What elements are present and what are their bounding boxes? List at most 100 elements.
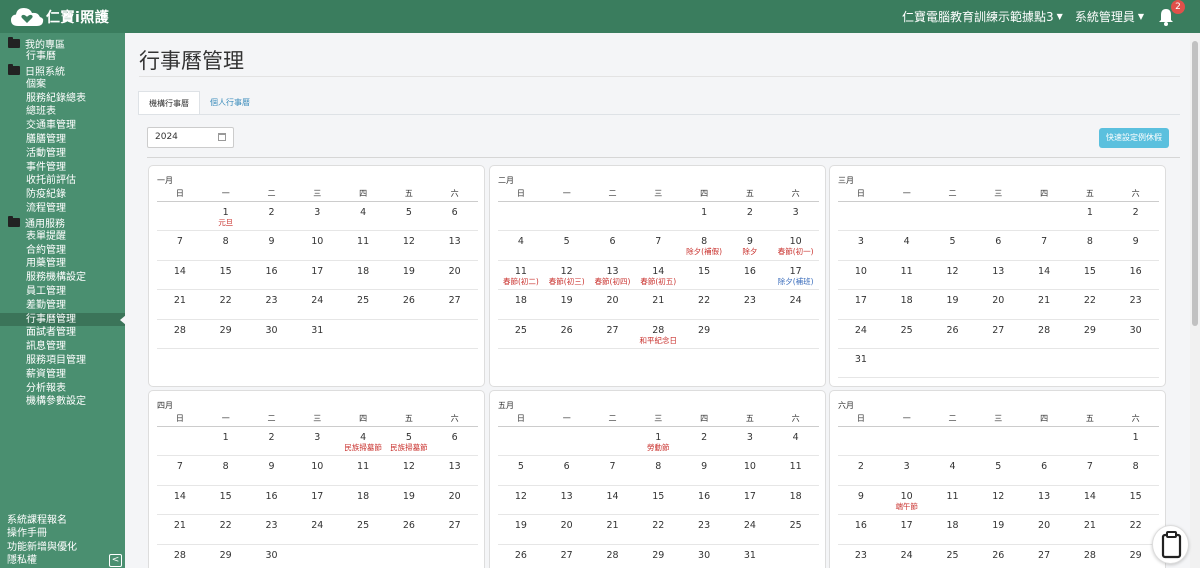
day-cell[interactable]: 12 春節(初三): [544, 261, 590, 289]
day-cell[interactable]: 4: [930, 456, 976, 484]
day-cell[interactable]: 16: [1113, 261, 1159, 289]
day-cell[interactable]: 27: [590, 320, 636, 348]
sidebar-item-cases[interactable]: 個案: [0, 78, 125, 92]
day-cell[interactable]: 9 除夕: [727, 231, 773, 259]
year-picker-input[interactable]: 2024: [147, 127, 234, 148]
day-cell[interactable]: 13: [432, 456, 478, 484]
org-selector-dropdown[interactable]: 仁寶電腦教育訓練示範據點3 ▼: [902, 8, 1063, 25]
day-cell[interactable]: 23: [838, 545, 884, 568]
notification-bell-button[interactable]: 2: [1156, 0, 1185, 27]
day-cell[interactable]: 20: [544, 515, 590, 543]
day-cell[interactable]: 3: [294, 202, 340, 230]
sidebar-item-meals[interactable]: 膳膳管理: [0, 133, 125, 147]
day-cell[interactable]: 12: [930, 261, 976, 289]
day-cell[interactable]: 12: [386, 456, 432, 484]
day-cell[interactable]: 11: [930, 486, 976, 514]
day-cell[interactable]: 29: [203, 545, 249, 568]
day-cell[interactable]: 22: [1067, 290, 1113, 318]
day-cell[interactable]: 11: [773, 456, 819, 484]
day-cell[interactable]: 10 春節(初一): [773, 231, 819, 259]
day-cell[interactable]: 15: [1113, 486, 1159, 514]
day-cell[interactable]: 9: [681, 456, 727, 484]
day-cell[interactable]: 19: [930, 290, 976, 318]
link-course-registration[interactable]: 系統課程報名: [0, 514, 125, 528]
day-cell[interactable]: 17: [838, 290, 884, 318]
day-cell[interactable]: 23: [727, 290, 773, 318]
day-cell[interactable]: 7: [157, 456, 203, 484]
day-cell[interactable]: 10: [294, 456, 340, 484]
day-cell[interactable]: 6: [544, 456, 590, 484]
day-cell[interactable]: 1: [681, 202, 727, 230]
day-cell[interactable]: 1 元旦: [203, 202, 249, 230]
sidebar-item-workflow[interactable]: 流程管理: [0, 202, 125, 216]
day-cell[interactable]: 21: [157, 290, 203, 318]
day-cell[interactable]: 2: [681, 427, 727, 455]
day-cell[interactable]: 21: [1021, 290, 1067, 318]
day-cell[interactable]: 12: [975, 486, 1021, 514]
day-cell[interactable]: 8 除夕(補假): [681, 231, 727, 259]
collapse-sidebar-button[interactable]: <: [109, 554, 122, 567]
day-cell[interactable]: 13: [975, 261, 1021, 289]
day-cell[interactable]: 22: [203, 290, 249, 318]
day-cell[interactable]: 6: [590, 231, 636, 259]
day-cell[interactable]: 28: [1067, 545, 1113, 568]
sidebar-item-medication[interactable]: 用藥管理: [0, 257, 125, 271]
day-cell[interactable]: 7: [590, 456, 636, 484]
app-logo[interactable]: 仁寶i照護: [0, 0, 109, 33]
sidebar-item-payroll[interactable]: 薪資管理: [0, 368, 125, 382]
day-cell[interactable]: 24: [773, 290, 819, 318]
day-cell[interactable]: 29: [203, 320, 249, 348]
day-cell[interactable]: 21: [157, 515, 203, 543]
day-cell[interactable]: 18: [498, 290, 544, 318]
day-cell[interactable]: 31: [294, 320, 340, 348]
day-cell[interactable]: 14: [590, 486, 636, 514]
day-cell[interactable]: 10: [727, 456, 773, 484]
day-cell[interactable]: 5: [544, 231, 590, 259]
sidebar-item-attendance[interactable]: 差勤管理: [0, 299, 125, 313]
day-cell[interactable]: 1: [1113, 427, 1159, 455]
sidebar-item-interviewees[interactable]: 面試者管理: [0, 326, 125, 340]
day-cell[interactable]: 17 除夕(補班): [773, 261, 819, 289]
day-cell[interactable]: 7: [1067, 456, 1113, 484]
day-cell[interactable]: 19: [498, 515, 544, 543]
day-cell[interactable]: 14: [157, 261, 203, 289]
day-cell[interactable]: 21: [590, 515, 636, 543]
day-cell[interactable]: 4 民族掃墓節: [340, 427, 386, 455]
day-cell[interactable]: 1: [203, 427, 249, 455]
day-cell[interactable]: 30: [681, 545, 727, 568]
day-cell[interactable]: 16: [681, 486, 727, 514]
day-cell[interactable]: 20: [590, 290, 636, 318]
sidebar-group-daycare-system[interactable]: 日照系統: [0, 64, 125, 78]
day-cell[interactable]: 16: [249, 261, 295, 289]
day-cell[interactable]: 31: [838, 349, 884, 377]
day-cell[interactable]: 10: [838, 261, 884, 289]
day-cell[interactable]: 6: [432, 202, 478, 230]
day-cell[interactable]: 20: [432, 261, 478, 289]
day-cell[interactable]: 7: [635, 231, 681, 259]
day-cell[interactable]: 24: [727, 515, 773, 543]
sidebar-item-calendar-management[interactable]: 行事曆管理: [0, 312, 126, 327]
link-feature-requests[interactable]: 功能新增與優化: [0, 541, 125, 555]
day-cell[interactable]: 26: [498, 545, 544, 568]
day-cell[interactable]: 24: [294, 290, 340, 318]
day-cell[interactable]: 8: [203, 231, 249, 259]
day-cell[interactable]: 4: [773, 427, 819, 455]
day-cell[interactable]: 13: [1021, 486, 1067, 514]
day-cell[interactable]: 30: [249, 545, 295, 568]
day-cell[interactable]: 7: [157, 231, 203, 259]
day-cell[interactable]: 17: [294, 486, 340, 514]
day-cell[interactable]: 10: [294, 231, 340, 259]
day-cell[interactable]: 16: [727, 261, 773, 289]
day-cell[interactable]: 4: [884, 231, 930, 259]
sidebar-group-general-services[interactable]: 通用服務: [0, 216, 125, 230]
clipboard-float-button[interactable]: [1152, 525, 1189, 564]
day-cell[interactable]: 20: [1021, 515, 1067, 543]
day-cell[interactable]: 2: [1113, 202, 1159, 230]
sidebar-item-shuttle[interactable]: 交通車管理: [0, 119, 125, 133]
day-cell[interactable]: 28: [590, 545, 636, 568]
day-cell[interactable]: 2: [249, 427, 295, 455]
day-cell[interactable]: 28: [1021, 320, 1067, 348]
day-cell[interactable]: 30: [1113, 320, 1159, 348]
sidebar-item-form-reminder[interactable]: 表單提醒: [0, 230, 125, 244]
day-cell[interactable]: 30: [249, 320, 295, 348]
